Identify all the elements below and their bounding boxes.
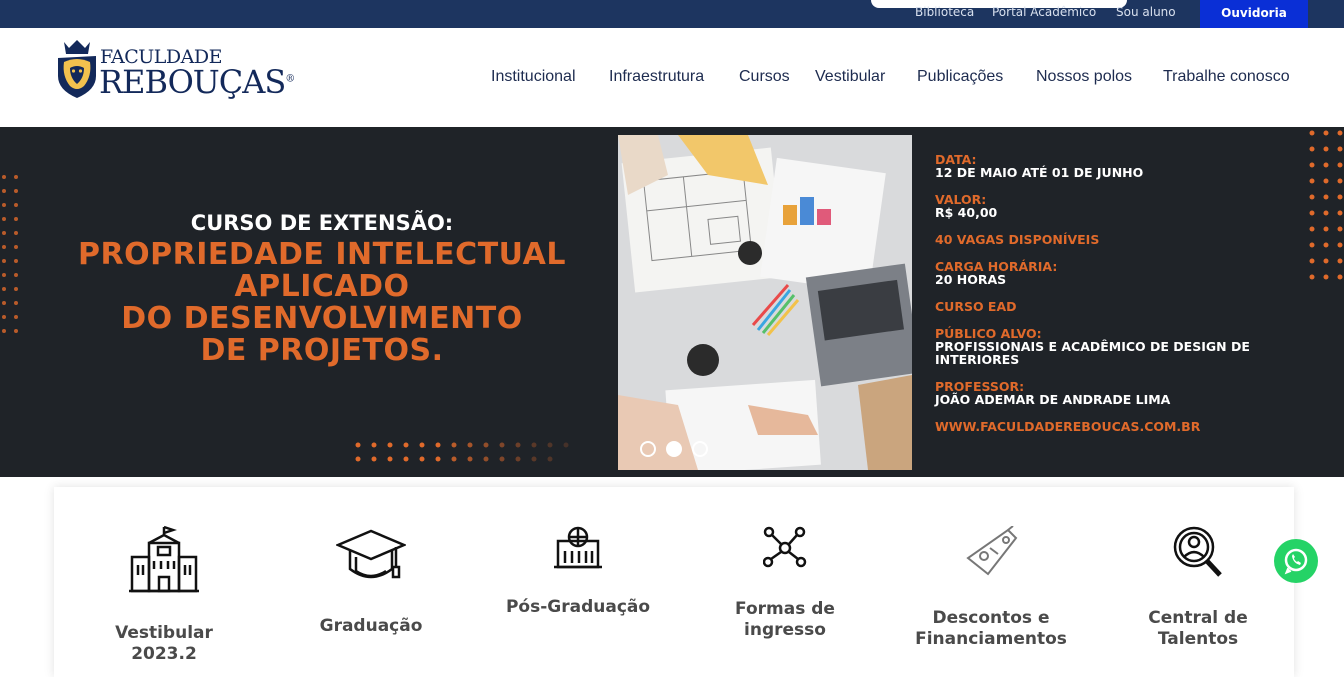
top-link-portal-academico[interactable]: Portal Acadêmico: [992, 5, 1096, 19]
info-website: WWW.FACULDADEREBOUCAS.COM.BR: [935, 419, 1201, 434]
network-icon: [763, 526, 807, 568]
nav-trabalhe-conosco[interactable]: Trabalhe conosco: [1163, 68, 1290, 86]
card-vestibular[interactable]: Vestibular 2023.2: [61, 487, 267, 677]
ouvidoria-button[interactable]: Ouvidoria: [1200, 0, 1308, 28]
top-utility-bar: Biblioteca Portal Acadêmico Sou aluno Ou…: [0, 0, 1344, 28]
info-carga-horaria: CARGA HORÁRIA: 20 HORAS: [935, 259, 1058, 287]
card-label-central-de-talentos: Central de Talentos: [1148, 608, 1248, 649]
site-logo[interactable]: FACULDADE REBOUÇAS®: [54, 38, 295, 101]
nav-infraestrutura[interactable]: Infraestrutura: [609, 68, 704, 86]
card-descontos[interactable]: Descontos e Financiamentos: [888, 487, 1094, 677]
lion-crest-icon: [58, 40, 96, 98]
card-label-pos-graduacao: Pós-Graduação: [505, 597, 651, 617]
price-tag-icon: [966, 526, 1018, 576]
top-link-sou-aluno[interactable]: Sou aluno: [1116, 5, 1176, 19]
decorative-dots-left: [2, 175, 18, 333]
info-professor: PROFESSOR: JOÃO ADEMAR DE ANDRADE LIMA: [935, 379, 1171, 407]
hero-banner[interactable]: CURSO DE EXTENSÃO: PROPRIEDADE INTELECTU…: [0, 127, 1344, 477]
card-pos-graduacao[interactable]: Pós-Graduação: [475, 487, 681, 677]
carousel-dot-3[interactable]: [692, 441, 708, 457]
info-publico-alvo: PÚBLICO ALVO: PROFISSIONAIS E ACADÊMICO D…: [935, 326, 1250, 367]
school-icon: [554, 526, 602, 569]
info-curso-ead: CURSO EAD: [935, 299, 1017, 314]
building-icon: [129, 525, 199, 593]
card-label-graduacao: Graduação: [319, 616, 423, 636]
banner-kicker: CURSO DE EXTENSÃO:: [190, 211, 454, 235]
card-label-formas-de-ingresso: Formas de ingresso: [735, 599, 835, 640]
whatsapp-icon: [1284, 548, 1308, 575]
nav-publicacoes[interactable]: Publicações: [917, 68, 1003, 86]
top-link-biblioteca[interactable]: Biblioteca: [915, 5, 974, 19]
info-data: DATA: 12 DE MAIO ATÉ 01 DE JUNHO: [935, 152, 1144, 180]
quick-links: Vestibular 2023.2 Graduação Pós-Graduaçã…: [54, 487, 1294, 677]
banner-info: DATA: 12 DE MAIO ATÉ 01 DE JUNHO VALOR: R$…: [935, 153, 1315, 447]
nav-vestibular[interactable]: Vestibular: [815, 68, 885, 86]
banner-title: PROPRIEDADE INTELECTUAL APLICADO DO DESE…: [78, 237, 566, 368]
card-formas-de-ingresso[interactable]: Formas de ingresso: [682, 487, 888, 677]
banner-photo: [618, 135, 912, 470]
site-header: FACULDADE REBOUÇAS® Institucional Infrae…: [0, 28, 1344, 127]
whatsapp-button[interactable]: [1274, 539, 1318, 583]
info-vagas: 40 VAGAS DISPONÍVEIS: [935, 232, 1100, 247]
card-central-de-talentos[interactable]: Central de Talentos: [1095, 487, 1301, 677]
carousel-dot-2[interactable]: [666, 441, 682, 457]
talent-search-icon: [1173, 526, 1222, 577]
carousel-dot-1[interactable]: [640, 441, 656, 457]
graduation-cap-icon: [336, 529, 406, 579]
nav-nossos-polos[interactable]: Nossos polos: [1036, 68, 1132, 86]
decorative-dots-bottom: [355, 442, 569, 462]
card-label-vestibular: Vestibular 2023.2: [115, 623, 213, 664]
logo-text-reboucas: REBOUÇAS®: [99, 63, 295, 101]
nav-institucional[interactable]: Institucional: [491, 68, 576, 86]
nav-cursos[interactable]: Cursos: [739, 68, 790, 86]
card-graduacao[interactable]: Graduação: [268, 487, 474, 677]
card-label-descontos: Descontos e Financiamentos: [915, 608, 1067, 649]
info-valor: VALOR: R$ 40,00: [935, 192, 998, 220]
